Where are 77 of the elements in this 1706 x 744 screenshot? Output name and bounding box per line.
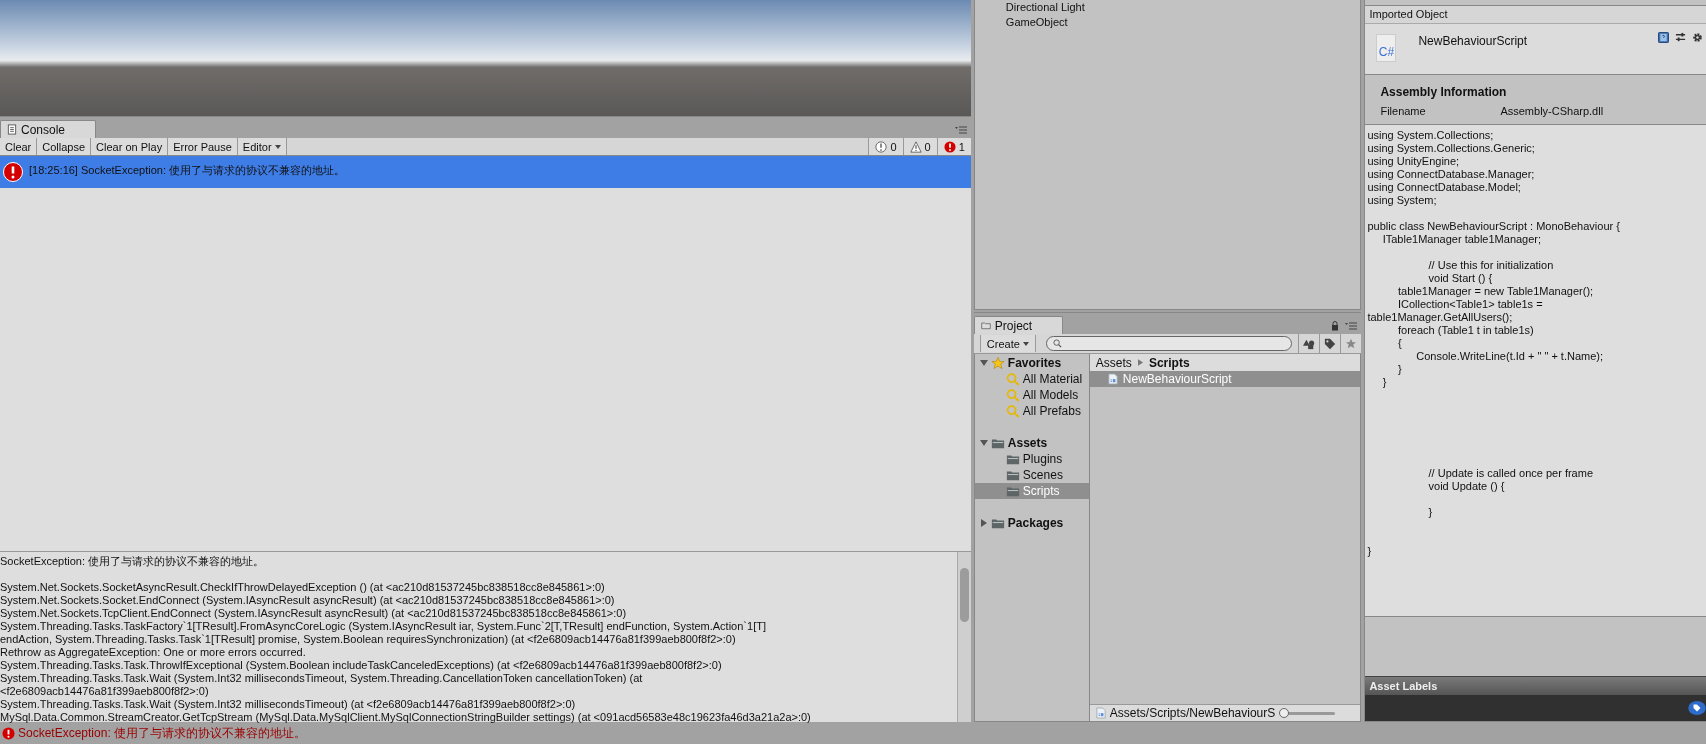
toolbar-button[interactable]: Collapse	[37, 138, 92, 155]
tree-item[interactable]: Favorites	[974, 355, 1089, 371]
settings-icon[interactable]	[1692, 32, 1703, 43]
stack-trace-line: System.Threading.Tasks.Task.ThrowIfExceptional (System.Boolean includeTaskCanceledExceptions) (at <f2e6809acb14476a81f399aeb800f8f2>:0)	[0, 659, 723, 672]
toolbar-button[interactable]: Clear on Play	[91, 138, 169, 155]
stack-trace-line: Rethrow as AggregateException: One or more errors occurred.	[0, 646, 307, 659]
breadcrumb-link[interactable]: Scripts	[1148, 355, 1190, 370]
tree-item[interactable]: All Models	[974, 387, 1089, 403]
lock-icon[interactable]	[1331, 321, 1340, 331]
create-dropdown[interactable]: Create	[979, 335, 1036, 352]
star-icon	[1345, 337, 1358, 350]
asset-path: Assets/Scripts/NewBehaviourS	[1109, 706, 1276, 720]
collapse-arrow-icon	[979, 439, 988, 447]
script-file-icon: C#	[1376, 34, 1397, 62]
log-entry[interactable]: [18:25:16] SocketException: 使用了与请求的协议不兼容的地址。	[0, 156, 971, 188]
hierarchy-item[interactable]: GameObject	[1005, 15, 1361, 30]
stack-trace-line: endAction, System.Threading.Tasks.Task`1[TResult] promise, System.Boolean requiresSynchronization) (at <f2e6809acb14476a81f399aeb800f8f2>:0)	[0, 633, 737, 646]
stack-trace-line: <f2e6809acb14476a81f399aeb800f8f2>:0)	[0, 685, 210, 698]
info-icon	[875, 140, 888, 153]
scrollbar[interactable]	[956, 552, 971, 722]
collapse-arrow-icon	[979, 359, 988, 367]
tag-icon[interactable]	[1688, 701, 1706, 716]
breadcrumb-link[interactable]: Assets	[1095, 355, 1132, 370]
section-title: Assembly Information	[1380, 84, 1508, 99]
field-value: Assembly-CSharp.dll	[1500, 104, 1604, 117]
asset-labels-title: Asset Labels	[1365, 676, 1706, 696]
caret-icon	[274, 144, 281, 149]
tree-item[interactable]: Plugins	[974, 451, 1089, 467]
toolbar-button[interactable]: Clear	[0, 138, 38, 155]
error-icon	[2, 726, 15, 740]
stack-trace-line: System.Threading.Tasks.Task.Wait (System.Int32 millisecondsTimeout) (at <f2e6809acb14476a81f399aeb800f8f2>:0)	[0, 698, 577, 711]
warning-icon	[909, 140, 922, 153]
tree-item[interactable]: Scenes	[974, 467, 1089, 483]
caret-icon	[1022, 341, 1029, 346]
shapes-icon	[1303, 337, 1316, 350]
console-tab[interactable]: Console	[0, 120, 97, 138]
error-icon	[3, 162, 23, 182]
inspector-header: Imported Object	[1365, 5, 1706, 24]
zoom-slider[interactable]	[1279, 707, 1336, 719]
stack-trace-line: System.Threading.Tasks.Task.Wait (System.Int32 millisecondsTimeout, System.Threading.CancellationToken cancellationToken) (at	[0, 672, 644, 685]
search-icon	[1005, 404, 1020, 418]
folder-icon	[980, 320, 991, 331]
tree-item[interactable]: Assets	[974, 435, 1089, 451]
hierarchy-item[interactable]: Directional Light	[1005, 0, 1361, 15]
stack-trace-line: System.Net.Sockets.TcpClient.EndConnect (System.IAsyncResult asyncResult) (at <ac210d81537245bc838518cc8e845861>:0)	[0, 607, 628, 620]
search-icon	[1005, 372, 1020, 386]
expand-arrow-icon	[979, 519, 988, 527]
tree-item[interactable]: All Prefabs	[974, 403, 1089, 419]
script-file-icon	[1107, 373, 1118, 385]
error-icon	[943, 140, 956, 153]
sliders-icon[interactable]	[1675, 32, 1686, 43]
stack-trace-line: MySql.Data.Common.StreamCreator.GetTcpStream (MySql.Data.MySqlClient.MySqlConnectionStringBuilder settings) (at <091acd56583e48c19623fa46d3a21a2a>:0)	[0, 711, 812, 724]
search-field[interactable]	[1045, 336, 1293, 351]
script-file-icon	[1095, 707, 1106, 719]
star-icon	[990, 356, 1005, 370]
script-source-text: using System.Collections; using System.Collections.Generic; using UnityEngine; using ConnectDatabase.Manager; using ConnectDatabase.Model; using System; public class NewBehaviourScript : MonoBehaviour { ITable1Manager table1Manager; // Use this for initialization void Start () { table1Manager = new Table1Manager(); ICollection<Table1> table1s = table1Manager.GetAllUsers(); foreach (Table1 t in table1s) { Console.WriteLine(t.Id + " " + t.Name); } } // Update is called once per frame void Update () { } }	[1367, 128, 1621, 558]
status-message: SocketException: 使用了与请求的协议不兼容的地址。	[18, 724, 307, 742]
tree-item[interactable]: Packages	[974, 515, 1089, 531]
stack-trace-line: System.Net.Sockets.Socket.EndConnect (System.IAsyncResult asyncResult) (at <ac210d81537245bc838518cc8e845861>:0)	[0, 594, 616, 607]
log-counter-toggle[interactable]: 1	[936, 138, 971, 155]
stack-trace-line: System.Net.Sockets.SocketAsyncResult.CheckIfThrowDelayedException () (at <ac210d81537245bc838518cc8e845861>:0)	[0, 581, 606, 594]
asset-name: NewBehaviourScript	[1418, 34, 1528, 50]
search-icon	[1052, 339, 1062, 348]
log-counter-toggle[interactable]: 0	[868, 138, 903, 155]
editor-dropdown[interactable]: Editor	[237, 138, 287, 155]
tag-icon	[1324, 337, 1337, 350]
tree-item[interactable]: All Material	[974, 371, 1089, 387]
project-tab[interactable]: Project	[973, 316, 1064, 334]
help-book-icon[interactable]	[1658, 32, 1669, 43]
toolbar-button[interactable]: Error Pause	[168, 138, 238, 155]
field-label: Filename	[1380, 104, 1427, 117]
stack-trace-line: System.Threading.Tasks.TaskFactory`1[TResult].FromAsyncCoreLogic (System.IAsyncResult iar, System.Func`2[T,TResult] endFunction, System.Action`1[T]	[0, 620, 767, 633]
exception-message: SocketException: 使用了与请求的协议不兼容的地址。	[0, 555, 266, 568]
document-icon	[7, 124, 17, 135]
search-icon	[1005, 388, 1020, 402]
log-counter-toggle[interactable]: 0	[902, 138, 937, 155]
breadcrumb-arrow-icon	[1137, 359, 1143, 366]
